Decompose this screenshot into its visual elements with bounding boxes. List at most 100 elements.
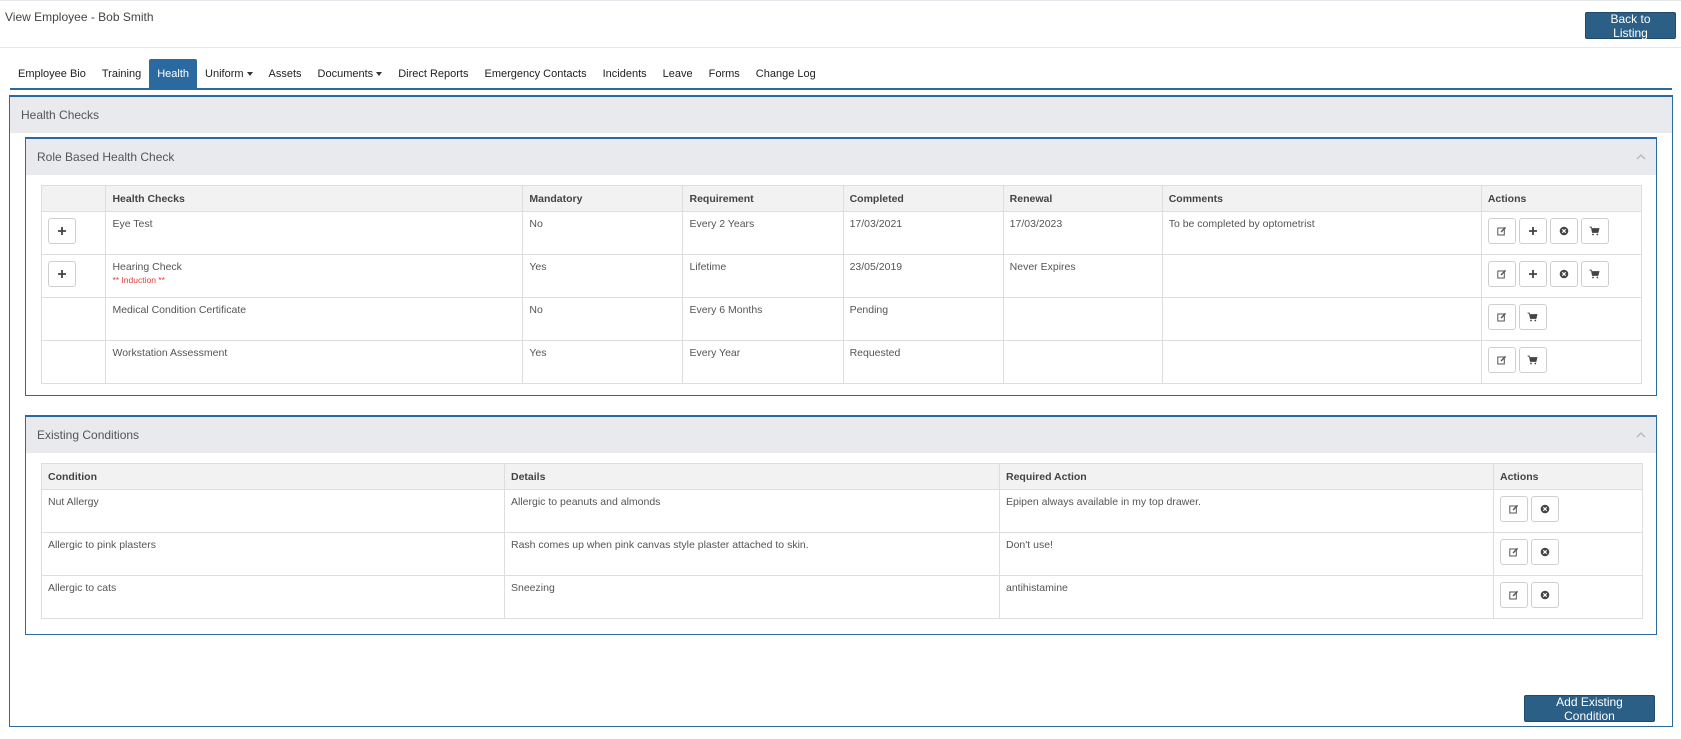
mandatory-cell: Yes bbox=[522, 340, 684, 384]
existing-conditions-table: Condition Details Required Action Actions N… bbox=[41, 463, 1643, 619]
remove-button[interactable] bbox=[1531, 582, 1559, 608]
requirement-cell: Every 6 Months bbox=[682, 297, 844, 341]
details-cell: Allergic to peanuts and almonds bbox=[504, 489, 1000, 533]
tab-incidents[interactable]: Incidents bbox=[595, 59, 655, 88]
order-button[interactable] bbox=[1580, 261, 1609, 287]
renewal-cell bbox=[1002, 340, 1163, 384]
tab-training[interactable]: Training bbox=[94, 59, 149, 88]
actions-cell bbox=[1493, 575, 1643, 619]
table-row: Hearing Check ** Induction ** Yes Lifetime 2… bbox=[40, 254, 1643, 298]
caret-down-icon bbox=[246, 71, 253, 76]
edit-button[interactable] bbox=[1500, 539, 1528, 565]
role-based-health-check-panel: Role Based Health Check Health Checks Man… bbox=[25, 137, 1657, 396]
actions-cell bbox=[1480, 254, 1643, 298]
edit-button[interactable] bbox=[1487, 261, 1516, 287]
remove-icon bbox=[1559, 269, 1569, 279]
required-action-cell: Epipen always available in my top drawer… bbox=[999, 489, 1494, 533]
completed-cell: Requested bbox=[842, 340, 1004, 384]
health-checks-panel-header: Health Checks bbox=[10, 97, 1672, 133]
completed-cell: Pending bbox=[842, 297, 1004, 341]
actions-cell bbox=[1480, 340, 1643, 384]
requirement-cell: Lifetime bbox=[682, 254, 844, 298]
renewal-cell: 17/03/2023 bbox=[1002, 211, 1163, 255]
health-checks-panel: Health Checks Role Based Health Check He… bbox=[9, 95, 1673, 727]
tab-emergency-contacts[interactable]: Emergency Contacts bbox=[476, 59, 594, 88]
tab-label: Uniform bbox=[205, 67, 244, 80]
tab-label: Change Log bbox=[755, 67, 816, 80]
induction-note: ** Induction ** bbox=[112, 275, 165, 285]
edit-icon bbox=[1509, 504, 1519, 514]
tab-label: Incidents bbox=[602, 67, 647, 80]
details-cell: Rash comes up when pink canvas style pla… bbox=[504, 532, 1000, 576]
edit-button[interactable] bbox=[1487, 347, 1516, 373]
edit-button[interactable] bbox=[1500, 496, 1528, 522]
edit-button[interactable] bbox=[1500, 582, 1528, 608]
remove-button[interactable] bbox=[1549, 261, 1578, 287]
comments-cell bbox=[1161, 254, 1482, 298]
expand-row-button[interactable] bbox=[48, 261, 76, 287]
chevron-up-icon[interactable] bbox=[1635, 151, 1647, 163]
actions-cell bbox=[1480, 297, 1643, 341]
health-check-name: Eye Test bbox=[112, 218, 153, 230]
edit-icon bbox=[1497, 312, 1507, 322]
plus-icon bbox=[1528, 269, 1538, 279]
edit-button[interactable] bbox=[1487, 218, 1516, 244]
edit-icon bbox=[1497, 226, 1507, 236]
chevron-up-icon[interactable] bbox=[1635, 429, 1647, 441]
comments-cell bbox=[1161, 297, 1482, 341]
actions-cell bbox=[1480, 211, 1643, 255]
tab-uniform[interactable]: Uniform bbox=[197, 59, 261, 88]
remove-button[interactable] bbox=[1531, 496, 1559, 522]
edit-icon bbox=[1509, 547, 1519, 557]
health-check-name: Hearing Check bbox=[112, 261, 182, 273]
tab-change-log[interactable]: Change Log bbox=[748, 59, 824, 88]
tab-health[interactable]: Health bbox=[149, 59, 198, 88]
table-row: Workstation Assessment Yes Every Year Reque… bbox=[40, 340, 1643, 384]
table-row: Medical Condition Certificate No Every 6 M… bbox=[40, 297, 1643, 341]
expand-cell bbox=[40, 254, 107, 298]
comments-cell: To be completed by optometrist bbox=[1161, 211, 1482, 255]
plus-icon bbox=[57, 269, 67, 279]
remove-icon bbox=[1540, 547, 1550, 557]
add-existing-condition-button[interactable]: Add Existing Condition bbox=[1524, 695, 1655, 723]
tab-employee-bio[interactable]: Employee Bio bbox=[10, 59, 94, 88]
role-based-table: Health Checks Mandatory Requirement Complet… bbox=[40, 185, 1643, 384]
actions-cell bbox=[1493, 532, 1643, 576]
table-row: Allergic to cats Sneezing antihistamine bbox=[41, 575, 1643, 619]
health-check-cell: Medical Condition Certificate bbox=[105, 297, 524, 341]
remove-icon bbox=[1559, 226, 1569, 236]
tab-documents[interactable]: Documents bbox=[310, 59, 391, 88]
role-based-panel-header[interactable]: Role Based Health Check bbox=[26, 139, 1656, 175]
expand-row-button[interactable] bbox=[48, 218, 76, 244]
remove-button[interactable] bbox=[1549, 218, 1578, 244]
back-to-listing-button[interactable]: Back to Listing bbox=[1585, 12, 1676, 40]
health-check-cell: Hearing Check ** Induction ** bbox=[105, 254, 524, 298]
existing-conditions-panel-title: Existing Conditions bbox=[37, 428, 140, 442]
tab-direct-reports[interactable]: Direct Reports bbox=[390, 59, 476, 88]
tab-label: Documents bbox=[317, 67, 374, 80]
completed-cell: 23/05/2019 bbox=[842, 254, 1004, 298]
cart-icon bbox=[1589, 226, 1600, 236]
order-button[interactable] bbox=[1518, 347, 1547, 373]
table-row: Nut Allergy Allergic to peanuts and almon… bbox=[41, 489, 1643, 533]
plus-icon bbox=[1528, 226, 1538, 236]
edit-button[interactable] bbox=[1487, 304, 1516, 330]
tab-assets[interactable]: Assets bbox=[261, 59, 310, 88]
remove-button[interactable] bbox=[1531, 539, 1559, 565]
tab-leave[interactable]: Leave bbox=[655, 59, 701, 88]
required-action-cell: antihistamine bbox=[999, 575, 1494, 619]
tab-forms[interactable]: Forms bbox=[701, 59, 748, 88]
add-button[interactable] bbox=[1518, 218, 1547, 244]
column-header: Required Action bbox=[999, 463, 1494, 490]
order-button[interactable] bbox=[1580, 218, 1609, 244]
tab-label: Training bbox=[101, 67, 142, 80]
add-button[interactable] bbox=[1518, 261, 1547, 287]
existing-conditions-panel-header[interactable]: Existing Conditions bbox=[26, 417, 1656, 453]
tab-label: Health bbox=[157, 67, 190, 80]
details-cell: Sneezing bbox=[504, 575, 1000, 619]
remove-icon bbox=[1540, 590, 1550, 600]
tab-label: Assets bbox=[268, 67, 302, 80]
order-button[interactable] bbox=[1518, 304, 1547, 330]
health-check-cell: Eye Test bbox=[105, 211, 524, 255]
health-check-name: Workstation Assessment bbox=[112, 347, 228, 359]
